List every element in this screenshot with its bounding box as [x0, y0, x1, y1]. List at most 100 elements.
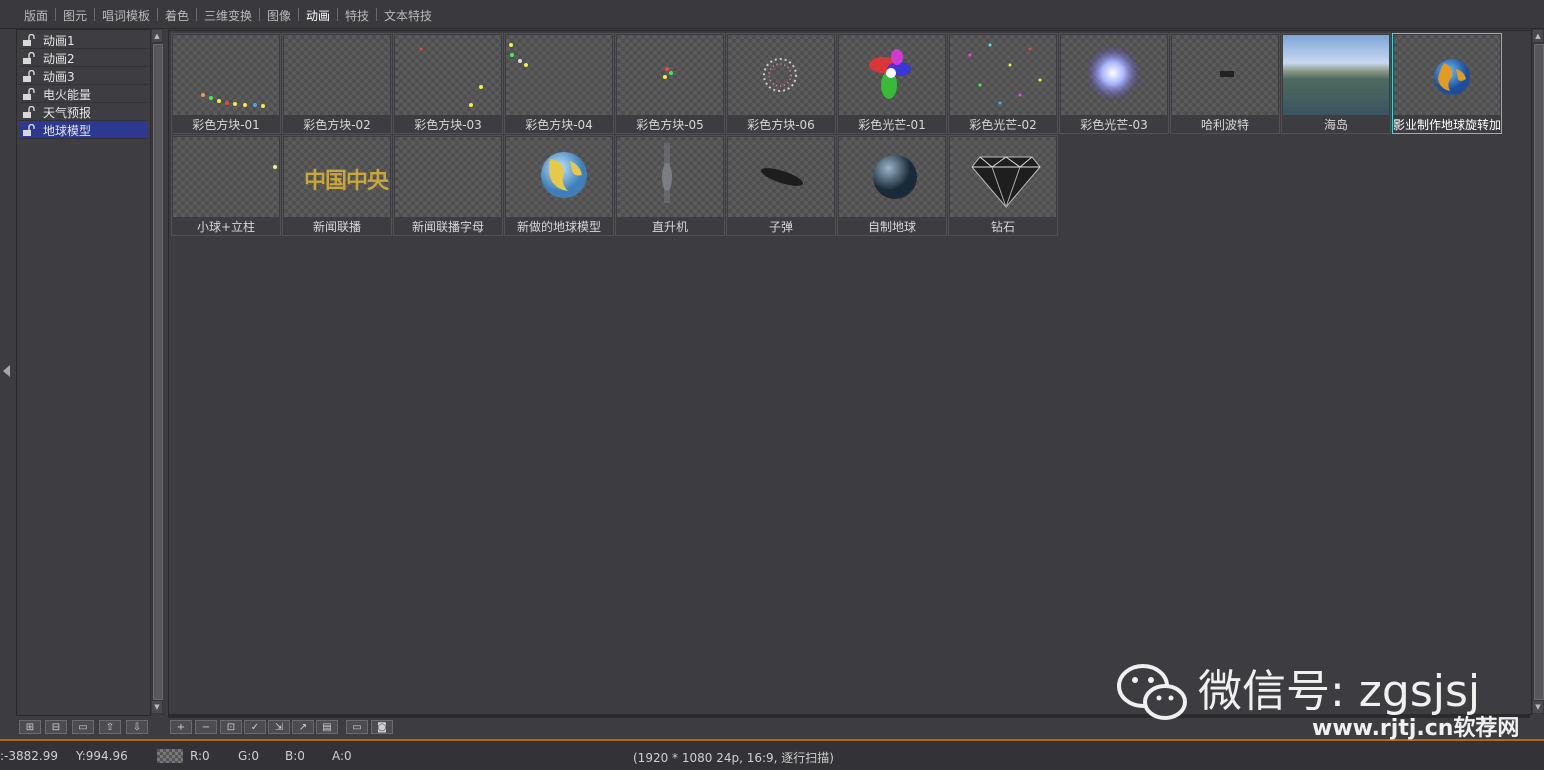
colored-blocks-icon: [617, 35, 723, 115]
thumbnail-item[interactable]: 海岛: [1281, 33, 1391, 134]
tab-separator: [157, 8, 158, 21]
template-thumbnail-grid: 彩色方块-01 彩色方块-02 彩色方块-03 彩色方块-04 彩色方块-05 …: [168, 30, 1532, 715]
blue-channel-readout: B:0: [285, 749, 305, 763]
tree-item-anim2[interactable]: 动画2: [19, 49, 147, 67]
cctv-text-icon: 中国中央: [284, 137, 390, 217]
thumbnail-caption: 子弹: [768, 220, 793, 234]
thumbnail-caption: 彩色方块-06: [747, 118, 815, 132]
thumbnail-caption: 直升机: [651, 220, 688, 234]
thumbnail-caption: 彩色光芒-02: [969, 118, 1037, 132]
select-all-button[interactable]: ⊡: [220, 720, 242, 734]
diamond-icon: [950, 137, 1056, 217]
tab-primitives[interactable]: 图元: [63, 7, 87, 24]
move-down-button[interactable]: ⇩: [126, 720, 148, 734]
empty-preview-icon: [395, 137, 501, 217]
scroll-down-icon[interactable]: ▼: [152, 701, 162, 713]
scrollbar-thumb[interactable]: [153, 44, 163, 700]
wechat-logo-icon: [1117, 664, 1187, 720]
thumbnail-item[interactable]: 中国中央 新闻联播: [282, 135, 392, 236]
bullet-icon: [728, 137, 834, 217]
cctv-text: 中国中央: [304, 169, 389, 194]
thumbnail-item[interactable]: 彩色光芒-03: [1059, 33, 1169, 134]
tree-item-anim3[interactable]: 动画3: [19, 67, 147, 85]
tree-item-label: 动画2: [43, 52, 75, 66]
tree-item-label: 动画3: [43, 70, 75, 84]
thumbnail-item[interactable]: 彩色方块-01: [171, 33, 281, 134]
helicopter-icon: [617, 137, 723, 217]
island-photo-icon: [1283, 35, 1389, 115]
scroll-down-icon[interactable]: ▼: [1533, 701, 1543, 713]
thumbnail-item[interactable]: 彩色方块-06: [726, 33, 836, 134]
tree-scrollbar[interactable]: ▲ ▼: [150, 29, 163, 714]
cursor-x-readout: :-3882.99: [0, 749, 58, 763]
unlock-icon: [23, 106, 35, 118]
thumbnail-caption: 彩色方块-02: [303, 118, 371, 132]
thumbnail-item[interactable]: 哈利波特: [1170, 33, 1280, 134]
unlock-icon: [23, 88, 35, 100]
tab-lyric-templates[interactable]: 唱词模板: [102, 7, 150, 24]
thumbnail-item[interactable]: 新做的地球模型: [504, 135, 614, 236]
remove-folder-button[interactable]: ⊟: [45, 720, 67, 734]
add-item-button[interactable]: +: [170, 720, 192, 734]
thumbnail-item[interactable]: 钻石: [948, 135, 1058, 236]
preview-button[interactable]: ▭: [346, 720, 368, 734]
scrollbar-thumb[interactable]: [1534, 44, 1544, 700]
thumbnail-item[interactable]: 彩色方块-04: [504, 33, 614, 134]
particle-ring-icon: [728, 35, 834, 115]
move-up-button[interactable]: ⇧: [99, 720, 121, 734]
tree-item-label: 地球模型: [43, 124, 92, 138]
thumbnail-item[interactable]: 彩色方块-05: [615, 33, 725, 134]
tab-image[interactable]: 图像: [267, 7, 291, 24]
save-template-button[interactable]: ▤: [316, 720, 338, 734]
tree-item-electric-energy[interactable]: 电火能量: [19, 85, 147, 103]
rename-folder-button[interactable]: ▭: [72, 720, 94, 734]
thumbnail-caption: 彩色方块-01: [192, 118, 260, 132]
thumbnail-caption: 哈利波特: [1200, 118, 1249, 132]
tab-bar: 版面 图元 唱词模板 着色 三维变换 图像 动画 特技 文本特技: [0, 0, 1544, 29]
thumbnail-item[interactable]: 直升机: [615, 135, 725, 236]
thumbnail-caption: 彩色方块-04: [525, 118, 593, 132]
apply-button[interactable]: ✓: [244, 720, 266, 734]
thumbnail-caption: 新做的地球模型: [516, 220, 601, 234]
tab-effects[interactable]: 特技: [345, 7, 369, 24]
color-swatch-icon: [157, 749, 183, 763]
grid-scrollbar[interactable]: ▲ ▼: [1531, 29, 1544, 714]
unlock-icon: [23, 52, 35, 64]
thumbnail-item[interactable]: 彩色方块-03: [393, 33, 503, 134]
thumbnail-item[interactable]: 影业制作地球旋转加: [1392, 33, 1502, 134]
export-button[interactable]: ↗: [292, 720, 314, 734]
tree-item-anim1[interactable]: 动画1: [19, 31, 147, 49]
empty-preview-icon: [284, 35, 390, 115]
tab-coloring[interactable]: 着色: [165, 7, 189, 24]
replace-button[interactable]: ⇲: [268, 720, 290, 734]
dark-globe-icon: [839, 137, 945, 217]
tab-layout[interactable]: 版面: [24, 7, 48, 24]
thumbnail-item[interactable]: 新闻联播字母: [393, 135, 503, 236]
tab-animation[interactable]: 动画: [306, 7, 330, 24]
tab-separator: [337, 8, 338, 21]
tab-separator: [196, 8, 197, 21]
alpha-channel-readout: A:0: [332, 749, 352, 763]
thumbnail-item[interactable]: 子弹: [726, 135, 836, 236]
thumbnail-item[interactable]: 自制地球: [837, 135, 947, 236]
thumbnail-item[interactable]: 彩色方块-02: [282, 33, 392, 134]
scroll-up-icon[interactable]: ▲: [1533, 30, 1543, 42]
tree-item-earth-model[interactable]: 地球模型: [19, 121, 147, 139]
tab-3d-transform[interactable]: 三维变换: [204, 7, 252, 24]
add-folder-button[interactable]: ⊞: [19, 720, 41, 734]
thumbnail-item[interactable]: 彩色光芒-02: [948, 33, 1058, 134]
thumbnail-caption: 彩色方块-03: [414, 118, 482, 132]
thumbnail-caption: 彩色方块-05: [636, 118, 704, 132]
collapse-panel-arrow-icon[interactable]: [3, 365, 10, 377]
camera-button[interactable]: ◙: [371, 720, 393, 734]
thumbnail-item[interactable]: 小球+立柱: [171, 135, 281, 236]
delete-item-button[interactable]: −: [195, 720, 217, 734]
colored-blocks-icon: [173, 35, 279, 115]
thumbnail-item[interactable]: 彩色光芒-01: [837, 33, 947, 134]
tab-separator: [94, 8, 95, 21]
scroll-up-icon[interactable]: ▲: [152, 30, 162, 42]
small-ball-icon: [173, 137, 279, 217]
tab-text-effects[interactable]: 文本特技: [384, 7, 432, 24]
tree-item-label: 电火能量: [43, 88, 92, 102]
tree-item-weather[interactable]: 天气预报: [19, 103, 147, 121]
